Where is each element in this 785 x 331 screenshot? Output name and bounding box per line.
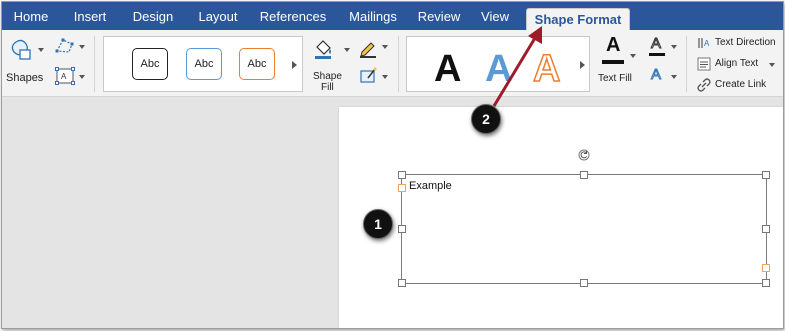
callout-badge: 2 — [471, 104, 501, 134]
app-window: Home Insert Design Layout References Mai… — [1, 1, 784, 329]
annotation-arrow — [492, 26, 542, 107]
callout-badge: 1 — [363, 209, 393, 239]
